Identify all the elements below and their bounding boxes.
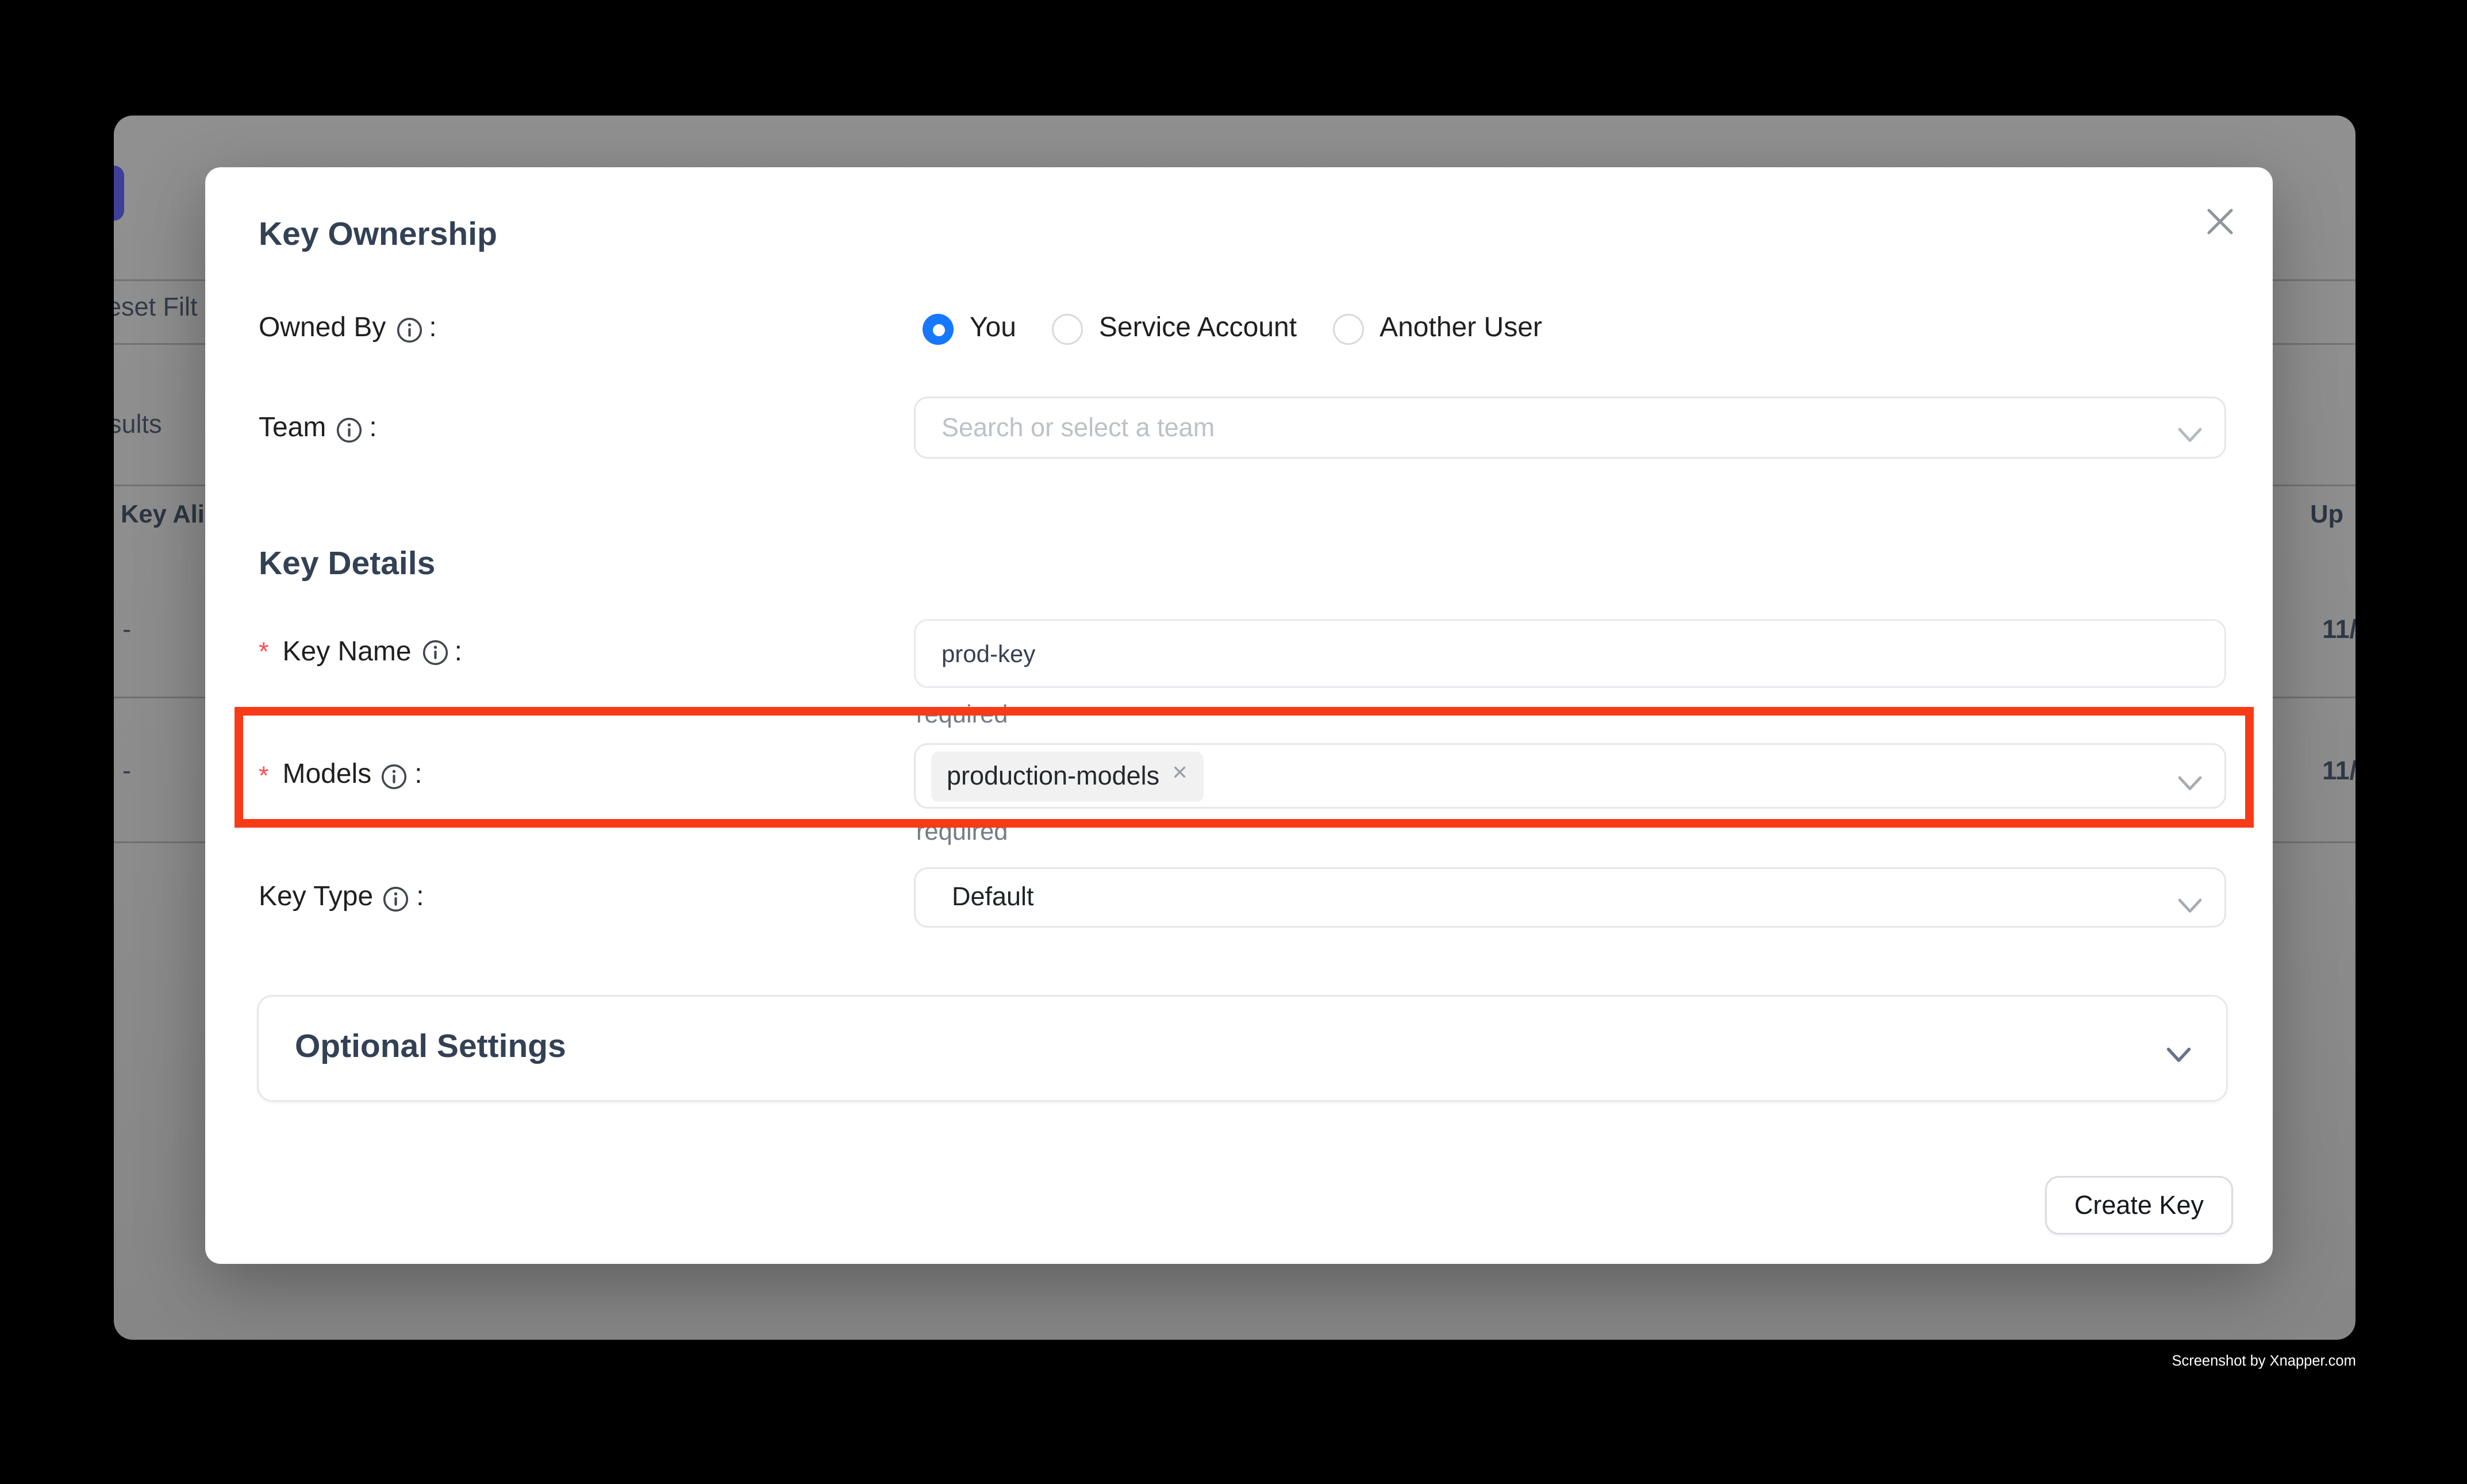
modal-title: Key Ownership [259, 216, 497, 257]
reset-filters-fragment: eset Filt [114, 293, 198, 324]
chevron-down-icon [2178, 421, 2202, 436]
team-select[interactable]: Search or select a team [914, 397, 2226, 459]
optional-settings-label: Optional Settings [295, 1030, 566, 1068]
info-icon [422, 640, 448, 666]
remove-tag-icon[interactable]: ✕ [1171, 766, 1188, 786]
models-select[interactable]: production-models ✕ [914, 743, 2226, 809]
key-type-value: Default [952, 883, 1034, 912]
results-count-fragment: sults [114, 410, 162, 441]
team-label: Team : [259, 412, 377, 447]
info-icon [382, 763, 408, 789]
models-label: * Models : [259, 759, 422, 793]
radio-option-you[interactable]: You [923, 314, 1016, 345]
screenshot-canvas: eset Filt sults Key Alia Up - 11/ - 11/ … [0, 0, 2467, 1484]
table-cell-date: 11/ [2322, 615, 2356, 646]
table-cell-dash: - [122, 615, 131, 646]
owned-by-radio-group: You Service Account Another User [923, 313, 1542, 347]
background-button-fragment [114, 165, 124, 220]
model-tag-label: production-models [947, 762, 1159, 791]
close-icon[interactable] [2204, 205, 2237, 238]
create-key-button[interactable]: Create Key [2045, 1176, 2233, 1235]
info-icon [383, 886, 409, 912]
team-select-placeholder: Search or select a team [942, 413, 1215, 443]
table-cell-date: 11/ [2322, 756, 2356, 787]
create-key-modal: Key Ownership Owned By : You Service Acc… [206, 167, 2273, 1264]
required-asterisk: * [259, 762, 269, 791]
info-icon [336, 417, 362, 443]
info-icon [396, 317, 422, 343]
radio-unselected-icon [1333, 314, 1364, 345]
key-name-label: * Key Name : [259, 636, 462, 670]
owned-by-label: Owned By : [259, 313, 437, 347]
optional-settings-header[interactable]: Optional Settings [257, 995, 2228, 1102]
xnapper-watermark: Screenshot by Xnapper.com [2172, 1351, 2356, 1368]
chevron-down-icon [2178, 891, 2202, 906]
radio-unselected-icon [1052, 314, 1083, 345]
models-validation-message: required [916, 818, 1008, 846]
column-header-key-alias: Key Alia [121, 501, 218, 532]
key-name-input[interactable]: prod-key [914, 619, 2226, 687]
table-cell-dash: - [122, 756, 131, 787]
chevron-down-icon [2178, 769, 2202, 785]
radio-option-service-account[interactable]: Service Account [1052, 314, 1297, 345]
key-type-label: Key Type : [259, 881, 424, 916]
radio-selected-icon [923, 314, 954, 345]
chevron-down-icon [2166, 1041, 2192, 1058]
key-type-select[interactable]: Default [914, 867, 2226, 928]
radio-option-another-user[interactable]: Another User [1333, 314, 1542, 345]
selected-model-tag: production-models ✕ [931, 751, 1204, 801]
key-name-validation-message: required [916, 701, 1008, 729]
key-name-value: prod-key [942, 639, 1035, 667]
key-details-heading: Key Details [259, 545, 435, 586]
required-asterisk: * [259, 638, 269, 667]
column-header-updated: Up [2310, 501, 2343, 532]
